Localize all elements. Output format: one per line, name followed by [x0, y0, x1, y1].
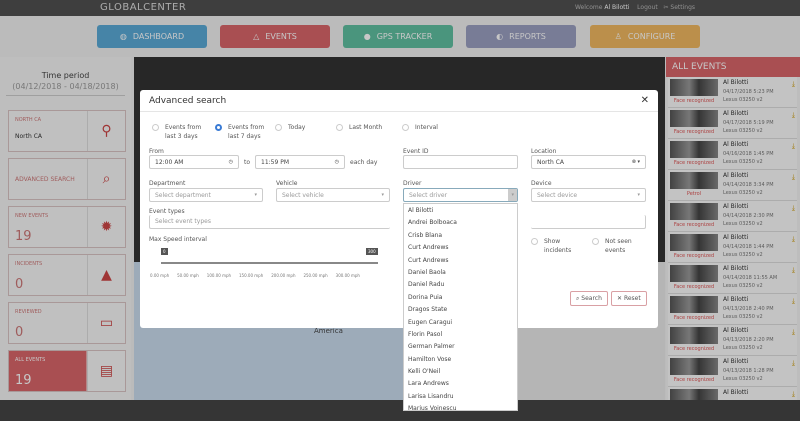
driver-option[interactable]: Daniel Baola [404, 266, 517, 278]
driver-option[interactable]: Curt Andrews [404, 241, 517, 253]
speed-ticks: 0.00 mph 50.00 mph 100.00 mph 150.00 mph 200… [150, 273, 360, 278]
driver-option[interactable]: German Palmer [404, 340, 517, 352]
radio-label: Events from last 7 days [228, 124, 265, 140]
driver-option[interactable]: Lara Andrews [404, 377, 517, 389]
location-label: Location [531, 148, 557, 155]
speed-tick: 250.00 mph [303, 273, 328, 278]
caret-down-icon: ▾ [254, 192, 257, 198]
reset-button[interactable]: ✕ Reset [611, 291, 647, 306]
checkbox-circle[interactable] [531, 238, 538, 245]
radio-label: Events from last 3 days [165, 124, 202, 140]
caret-down-icon: ▾ [637, 192, 640, 198]
radio-circle[interactable] [275, 124, 282, 131]
period-radio[interactable]: Interval [402, 123, 455, 132]
caret-down-icon: ▾ [381, 192, 384, 198]
speed-tick: 0.00 mph [150, 273, 170, 278]
event-types-select[interactable]: Select event types [149, 215, 390, 229]
not-seen-checkbox[interactable]: Not seen events [592, 237, 641, 255]
driver-option[interactable]: Crisb Blana [404, 229, 517, 241]
driver-option[interactable]: Andrei Bolboaca [404, 216, 517, 228]
show-incidents-checkbox[interactable]: Show incidents [531, 237, 574, 255]
speed-tick: 300.00 mph [335, 273, 360, 278]
from-label: From [149, 148, 164, 155]
driver-label: Driver [403, 180, 422, 187]
checkbox-circle[interactable] [592, 238, 599, 245]
driver-option[interactable]: Al Bilotti [404, 204, 517, 216]
advanced-search-modal: Advanced search ✕ Events from last 3 days… [140, 90, 658, 328]
driver-option[interactable]: Curt Andrews [404, 254, 517, 266]
search-button[interactable]: ⌕ Search [570, 291, 608, 306]
radio-label: Last Month [349, 124, 383, 131]
device-select[interactable]: Select device ▾ [531, 188, 646, 202]
device-label: Device [531, 180, 552, 187]
speed-slider-track[interactable] [161, 262, 378, 264]
radio-circle[interactable] [336, 124, 343, 131]
speed-tick: 150.00 mph [239, 273, 264, 278]
driver-select[interactable]: Select driver ▾ [403, 188, 518, 202]
speed-label: Max Speed interval [149, 236, 207, 243]
vehicle-label: Vehicle [276, 180, 298, 187]
driver-dropdown-list[interactable]: Al Bilotti Andrei Bolboaca Crisb Blana Curt… [403, 203, 518, 411]
event-id-label: Event ID [403, 148, 429, 155]
driver-option[interactable]: Larisa Lisandru [404, 390, 517, 402]
department-label: Department [149, 180, 186, 187]
clock-icon[interactable]: ◷ [335, 159, 339, 165]
to-label: to [244, 159, 251, 166]
radio-circle[interactable] [402, 124, 409, 131]
each-day-label: each day [350, 159, 378, 166]
clear-and-caret-icon[interactable]: ⊗ ▾ [632, 159, 640, 165]
speed-slider-min-handle[interactable]: 0 [161, 248, 168, 255]
department-select[interactable]: Select department ▾ [149, 188, 263, 202]
checkbox-label: Not seen events [605, 238, 632, 254]
radio-label: Interval [415, 124, 438, 131]
period-radio[interactable]: Today [275, 123, 328, 132]
period-radio[interactable]: Events from last 7 days [215, 123, 268, 141]
event-id-input[interactable] [403, 155, 518, 169]
driver-option[interactable]: Florin Pasol [404, 328, 517, 340]
modal-title: Advanced search [149, 96, 227, 106]
caret-down-icon[interactable]: ▾ [508, 189, 517, 201]
period-radio[interactable]: Last Month [336, 123, 389, 132]
driver-option[interactable]: Marius Voinescu [404, 402, 517, 410]
speed-slider-max-handle[interactable]: 300 [366, 248, 378, 255]
driver-option[interactable]: Kelli O'Neil [404, 365, 517, 377]
vehicle-select[interactable]: Select vehicle ▾ [276, 188, 390, 202]
close-icon[interactable]: ✕ [641, 95, 649, 106]
driver-option[interactable]: Eugen Caragui [404, 316, 517, 328]
speed-tick: 200.00 mph [271, 273, 296, 278]
driver-option[interactable]: Daniel Radu [404, 278, 517, 290]
to-time-input[interactable]: 11:59 PM ◷ [255, 155, 345, 169]
extra-input[interactable] [531, 215, 646, 229]
speed-tick: 100.00 mph [206, 273, 232, 278]
driver-option[interactable]: Dragos State [404, 303, 517, 315]
radio-circle[interactable] [152, 124, 159, 131]
clock-icon[interactable]: ◷ [229, 159, 233, 165]
from-time-input[interactable]: 12:00 AM ◷ [149, 155, 239, 169]
radio-label: Today [288, 124, 306, 131]
driver-option[interactable]: Hamilton Vose [404, 353, 517, 365]
location-select[interactable]: North CA ⊗ ▾ [531, 155, 646, 169]
speed-tick: 50.00 mph [177, 273, 199, 278]
driver-option[interactable]: Dorina Puia [404, 291, 517, 303]
period-radio[interactable]: Events from last 3 days [152, 123, 205, 141]
checkbox-label: Show incidents [544, 238, 572, 254]
event-types-label: Event types [149, 208, 185, 215]
radio-circle[interactable] [215, 124, 222, 131]
